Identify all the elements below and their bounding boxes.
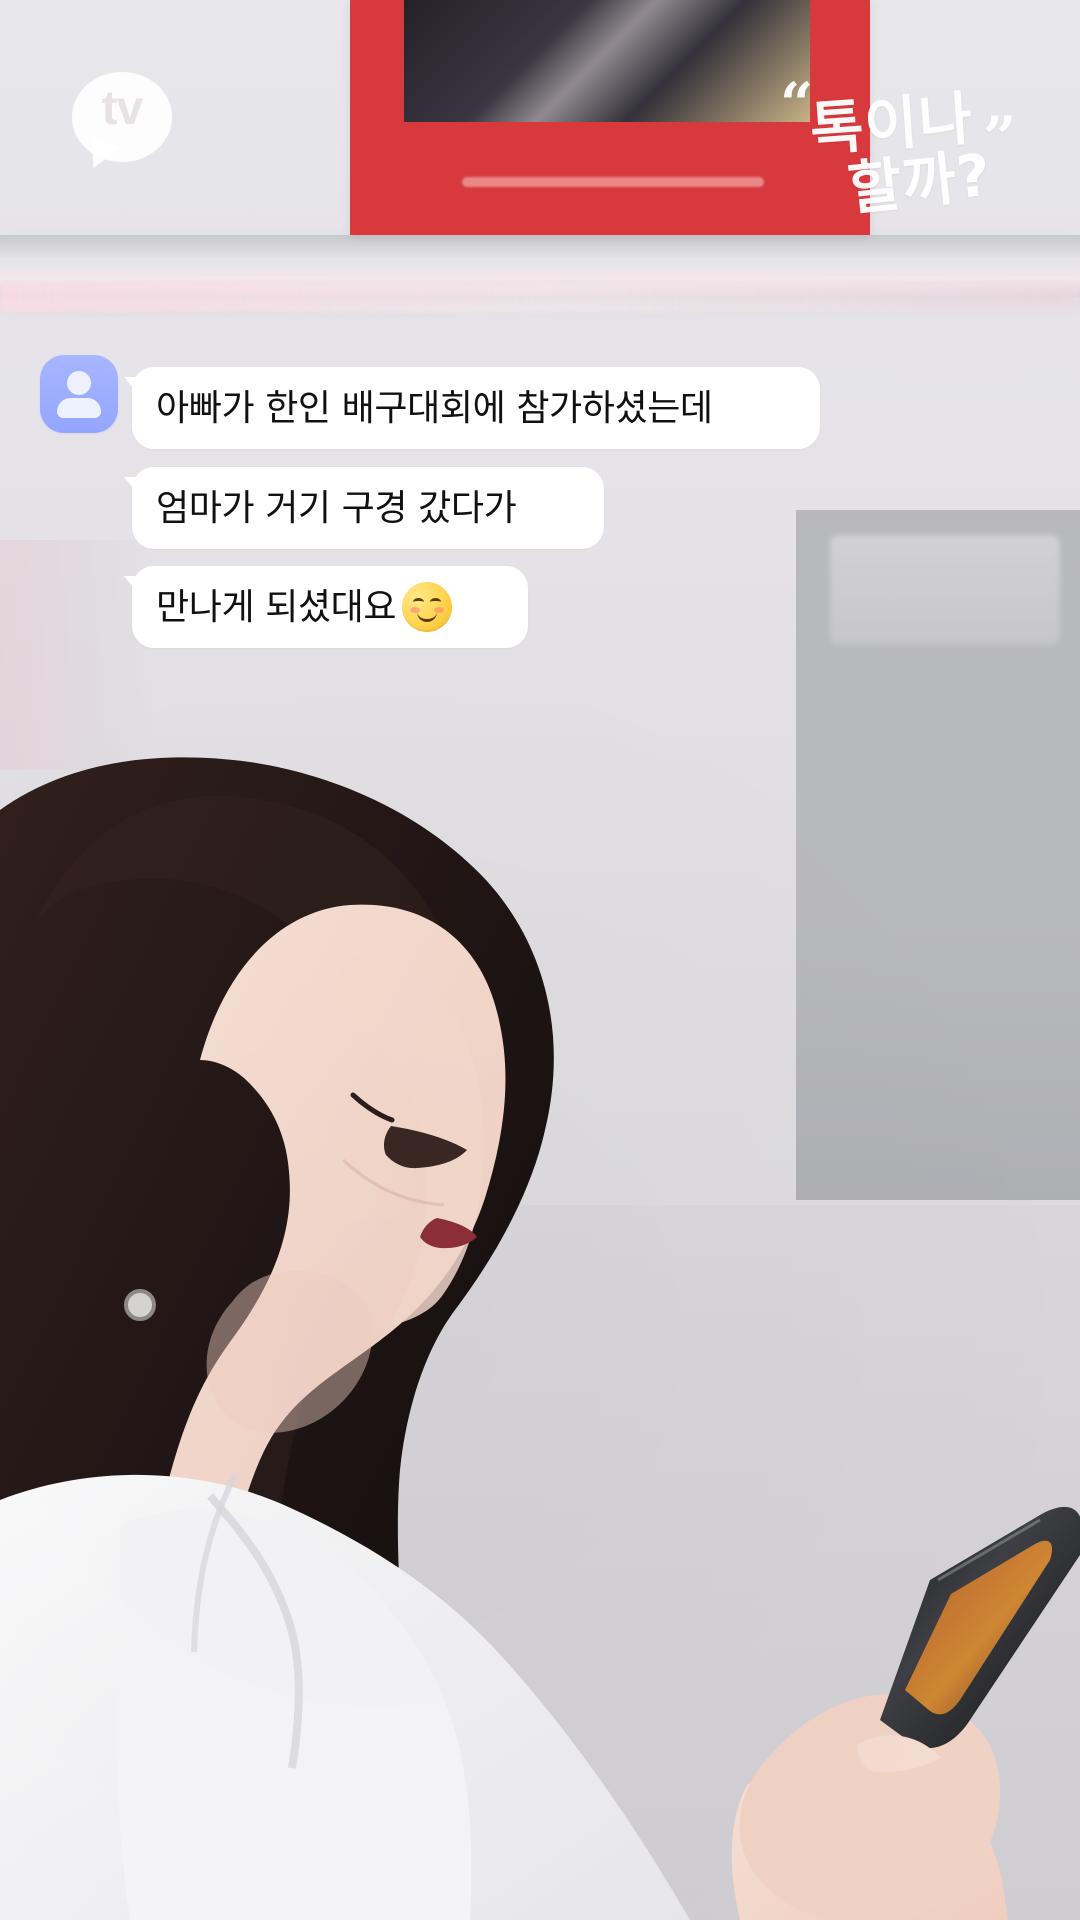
tv-logo: tv [72,72,172,175]
tv-logo-text: tv [101,82,144,135]
user-icon-head [67,371,91,395]
show-title-mark: “ 톡이나 할까? ” [780,75,1040,225]
smiling-face-right-eye [430,598,442,606]
top-poster-caption [462,177,764,187]
lower-wall [0,1205,1080,1920]
chat-bubble-2: 엄마가 거기 구경 갔다가 [132,467,604,549]
chat-message-1: 아빠가 한인 배구대회에 참가하셨는데 [156,388,713,429]
smiling-face-mouth [417,609,438,622]
top-poster-artwork [404,0,810,122]
video-screen: tv “ 톡이나 할까? ” 아빠가 한인 배구대회에 참가하셨는데 엄마가 거… [0,0,1080,1920]
chat-bubble-3: 만나게 되셨대요 [132,566,528,648]
smiling-face-icon [402,582,453,632]
user-icon-body [57,398,101,418]
avatar [40,355,118,433]
smiling-face-left-eye [413,598,425,606]
chat-overlay: 아빠가 한인 배구대회에 참가하셨는데 엄마가 거기 구경 갔다가 만나게 되셨… [40,355,940,655]
chat-message-2: 엄마가 거기 구경 갔다가 [156,488,517,529]
wall-highlight [0,284,1080,312]
chat-message-3: 만나게 되셨대요 [156,587,397,628]
quote-close-mark: ” [983,104,1017,172]
show-title-line-2: 할까? [844,140,995,224]
chat-bubble-1: 아빠가 한인 배구대회에 참가하셨는데 [132,367,820,449]
